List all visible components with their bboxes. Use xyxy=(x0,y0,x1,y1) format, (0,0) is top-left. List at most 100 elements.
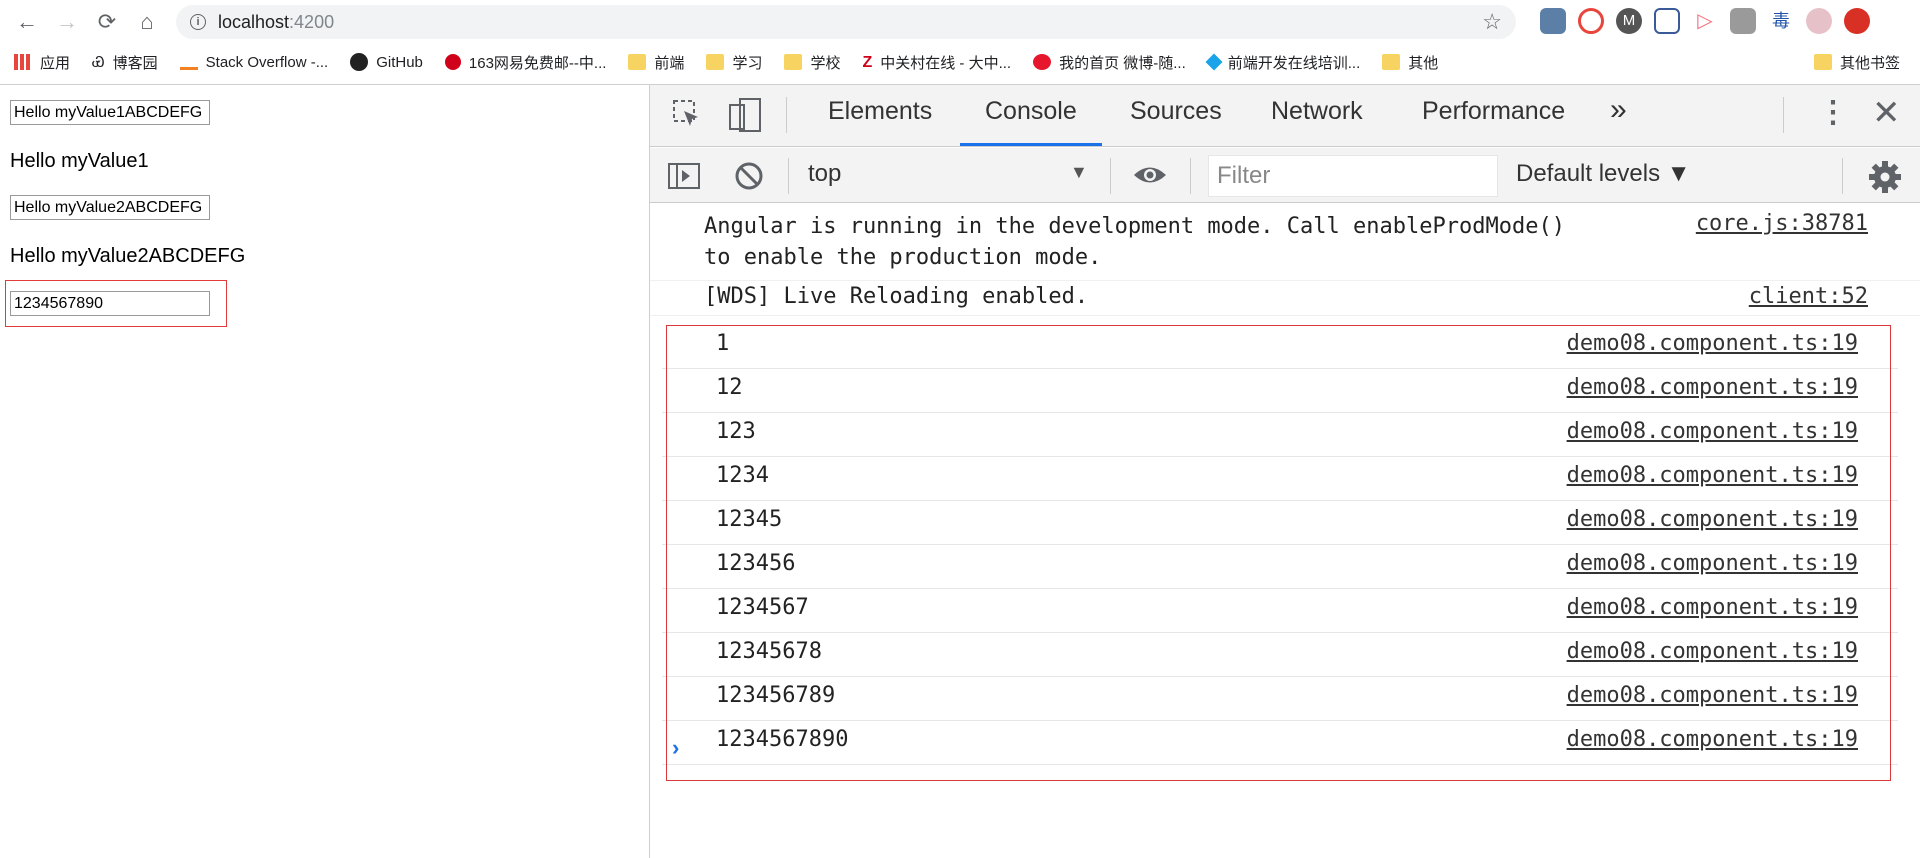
toolbar-divider xyxy=(1190,158,1191,194)
message-source-link[interactable]: core.js:38781 xyxy=(1696,211,1868,236)
chevron-down-icon[interactable]: ▼ xyxy=(1070,162,1088,183)
cnblogs-icon: Ꮿ xyxy=(92,54,105,71)
filter-input[interactable]: Filter xyxy=(1208,155,1498,197)
bookmark-item[interactable]: Z 中关村在线 - 大中... xyxy=(862,52,1011,73)
url-text: localhost:4200 xyxy=(218,11,335,32)
log-source-link[interactable]: demo08.component.ts:19 xyxy=(1567,331,1858,356)
extension-icon[interactable] xyxy=(1578,8,1604,34)
log-row: 12 demo08.component.ts:19 xyxy=(662,369,1898,413)
log-value: 123456789 xyxy=(716,683,836,708)
site-info-icon[interactable]: i xyxy=(190,14,206,30)
course-icon xyxy=(1205,53,1223,71)
extension-icon[interactable] xyxy=(1730,8,1756,34)
eye-icon[interactable] xyxy=(1132,164,1168,186)
extension-icon[interactable]: 毒 xyxy=(1768,8,1794,34)
page-content: Hello myValue1 Hello myValue2ABCDEFG xyxy=(0,85,648,858)
device-toolbar-icon[interactable] xyxy=(728,97,762,133)
update-icon[interactable] xyxy=(1844,8,1870,34)
bookmark-item[interactable]: 前端开发在线培训... xyxy=(1205,52,1360,73)
context-selector[interactable]: top xyxy=(808,160,841,188)
tab-divider xyxy=(1783,97,1784,133)
log-source-link[interactable]: demo08.component.ts:19 xyxy=(1567,551,1858,576)
log-source-link[interactable]: demo08.component.ts:19 xyxy=(1567,419,1858,444)
log-value: 1234 xyxy=(716,463,769,488)
input-value1[interactable] xyxy=(10,100,210,125)
text-value1: Hello myValue1 xyxy=(10,150,149,172)
extension-icon[interactable] xyxy=(1654,8,1680,34)
input-value2[interactable] xyxy=(10,195,210,220)
devtools-tab-bar: Elements Console Sources Network Perform… xyxy=(650,85,1920,147)
tab-network[interactable]: Network xyxy=(1271,97,1363,135)
tab-elements[interactable]: Elements xyxy=(828,97,932,135)
console-prompt-icon[interactable]: › xyxy=(672,735,679,761)
forward-arrow-icon[interactable]: → xyxy=(49,4,85,40)
active-tab-indicator xyxy=(960,143,1102,146)
bookmark-item[interactable]: 学校 xyxy=(784,52,840,73)
bookmark-item[interactable]: 应用 xyxy=(14,52,70,73)
weibo-icon xyxy=(1033,54,1052,70)
folder-icon xyxy=(706,54,725,70)
clear-console-icon[interactable] xyxy=(734,161,764,191)
apps-grid-icon xyxy=(14,54,32,70)
bookmark-item[interactable]: 其他 xyxy=(1382,52,1438,73)
input-number[interactable] xyxy=(10,291,210,316)
bookmark-star-icon[interactable]: ☆ xyxy=(1482,9,1502,35)
extension-icon[interactable]: ▷ xyxy=(1692,8,1718,34)
tab-performance[interactable]: Performance xyxy=(1422,97,1565,135)
inspect-element-icon[interactable] xyxy=(672,99,702,131)
folder-icon xyxy=(1814,54,1832,70)
folder-icon xyxy=(628,54,647,70)
back-arrow-icon[interactable]: ← xyxy=(9,4,45,40)
bookmark-item[interactable]: GitHub xyxy=(350,53,423,71)
bookmark-item[interactable]: 学习 xyxy=(706,52,762,73)
bookmark-item[interactable]: Stack Overflow -... xyxy=(179,54,328,71)
tab-console[interactable]: Console xyxy=(985,97,1077,135)
log-value: 12345678 xyxy=(716,639,822,664)
reload-icon[interactable]: ⟳ xyxy=(89,4,125,40)
address-bar[interactable]: i localhost:4200 ☆ xyxy=(176,5,1516,39)
folder-icon xyxy=(784,54,803,70)
toolbar-divider xyxy=(1842,158,1843,194)
console-message: Angular is running in the development mo… xyxy=(650,204,1920,281)
log-source-link[interactable]: demo08.component.ts:19 xyxy=(1567,507,1858,532)
extension-icon[interactable] xyxy=(1540,8,1566,34)
extension-icon[interactable]: M xyxy=(1616,8,1642,34)
log-source-link[interactable]: demo08.component.ts:19 xyxy=(1567,639,1858,664)
bookmark-item[interactable]: 163网易免费邮--中... xyxy=(444,52,606,73)
log-source-link[interactable]: demo08.component.ts:19 xyxy=(1567,595,1858,620)
other-bookmarks[interactable]: 其他书签 xyxy=(1814,52,1900,73)
log-source-link[interactable]: demo08.component.ts:19 xyxy=(1567,463,1858,488)
more-tabs-icon[interactable]: » xyxy=(1610,93,1627,131)
bookmark-item[interactable]: Ꮿ 博客园 xyxy=(92,52,158,73)
log-row: 123456 demo08.component.ts:19 xyxy=(662,545,1898,589)
console-toolbar: top ▼ Filter Default levels ▼ xyxy=(650,148,1920,203)
bookmark-item[interactable]: 我的首页 微博-随... xyxy=(1033,52,1186,73)
log-value: 1234567 xyxy=(716,595,809,620)
log-row: 123 demo08.component.ts:19 xyxy=(662,413,1898,457)
console-output: Angular is running in the development mo… xyxy=(650,204,1920,316)
profile-avatar[interactable] xyxy=(1806,8,1832,34)
tab-sources[interactable]: Sources xyxy=(1130,97,1222,135)
home-icon[interactable]: ⌂ xyxy=(129,4,165,40)
log-value: 12345 xyxy=(716,507,783,532)
log-row: 1 demo08.component.ts:19 xyxy=(662,325,1898,369)
log-levels-dropdown[interactable]: Default levels ▼ xyxy=(1516,160,1691,188)
zol-icon: Z xyxy=(862,54,873,71)
tab-divider xyxy=(786,97,787,133)
log-source-link[interactable]: demo08.component.ts:19 xyxy=(1567,727,1858,752)
toolbar-divider xyxy=(788,158,789,194)
log-value: 12 xyxy=(716,375,743,400)
log-source-link[interactable]: demo08.component.ts:19 xyxy=(1567,683,1858,708)
gear-icon[interactable] xyxy=(1868,160,1902,194)
stackoverflow-icon xyxy=(179,54,198,70)
log-row: 1234567 demo08.component.ts:19 xyxy=(662,589,1898,633)
log-source-link[interactable]: demo08.component.ts:19 xyxy=(1567,375,1858,400)
sidebar-toggle-icon[interactable] xyxy=(668,162,700,190)
log-value: 123 xyxy=(716,419,756,444)
message-source-link[interactable]: client:52 xyxy=(1749,284,1868,309)
close-devtools-icon[interactable]: ✕ xyxy=(1872,93,1901,133)
log-value: 1234567890 xyxy=(716,727,849,752)
more-options-icon[interactable]: ⋮ xyxy=(1818,95,1848,131)
log-value: 123456 xyxy=(716,551,796,576)
bookmark-item[interactable]: 前端 xyxy=(628,52,684,73)
